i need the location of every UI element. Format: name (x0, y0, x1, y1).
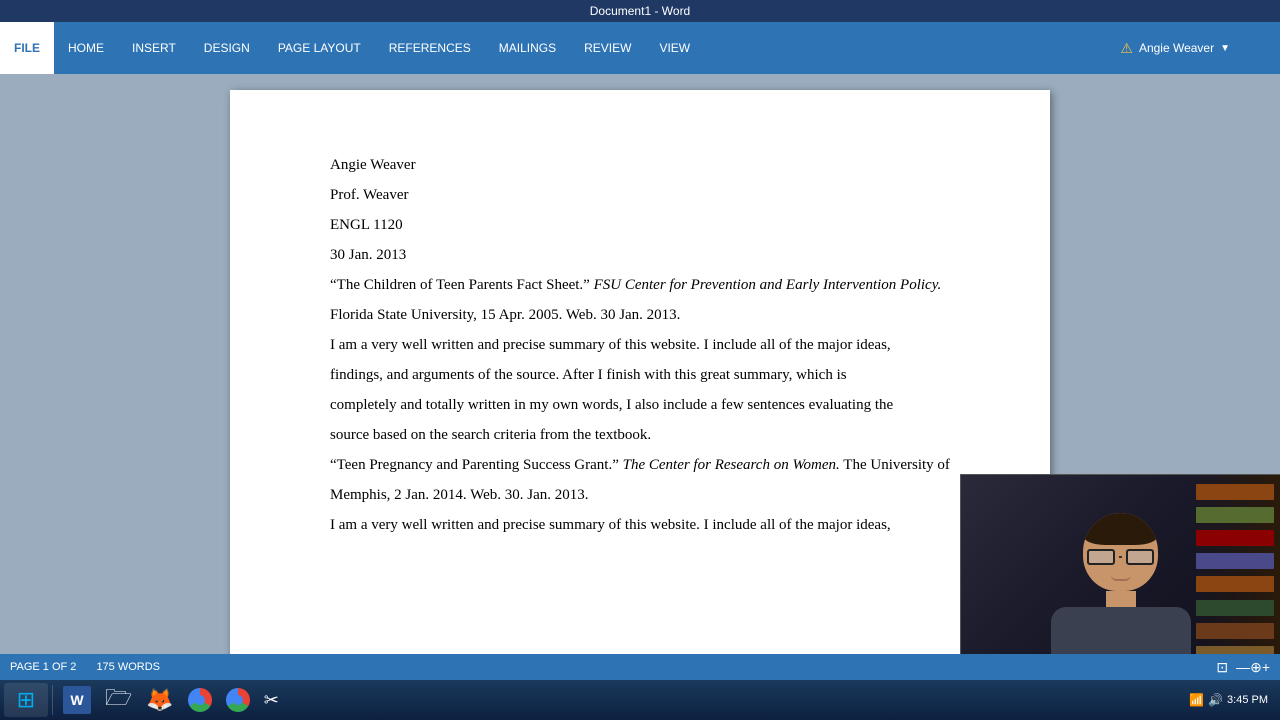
tab-page-layout[interactable]: PAGE LAYOUT (264, 22, 375, 74)
user-area: ⚠ Angie Weaver ▼ (1120, 22, 1280, 74)
speaker-icon: 🔊 (1208, 693, 1223, 707)
paragraph1-line3: completely and totally written in my own… (330, 390, 950, 420)
citation2-italic: The Center for Research on Women. (623, 457, 840, 473)
taskbar-chrome-1[interactable] (182, 683, 218, 717)
tab-view[interactable]: VIEW (645, 22, 704, 74)
word-icon: W (63, 686, 91, 714)
start-button[interactable]: ⊞ (4, 683, 48, 717)
tab-file[interactable]: FILE (0, 22, 54, 74)
tab-review[interactable]: REVIEW (570, 22, 645, 74)
citation1-pre: “The Children of Teen Parents Fact Sheet… (330, 277, 594, 293)
taskbar-firefox[interactable]: 🦊 (140, 683, 179, 717)
citation1: “The Children of Teen Parents Fact Sheet… (330, 270, 950, 330)
date-line: 30 Jan. 2013 (330, 240, 950, 270)
course-line: ENGL 1120 (330, 210, 950, 240)
status-bar: PAGE 1 OF 2 175 WORDS ⊡ —⊕+ (0, 654, 1280, 680)
tab-mailings[interactable]: MAILINGS (485, 22, 570, 74)
citation2: “Teen Pregnancy and Parenting Success Gr… (330, 450, 950, 510)
tab-home[interactable]: HOME (54, 22, 118, 74)
person-head (1083, 513, 1158, 591)
citation1-post: Florida State University, 15 Apr. 2005. … (330, 307, 680, 323)
title-bar: Document1 - Word (0, 0, 1280, 22)
author-line: Angie Weaver (330, 150, 950, 180)
windows-taskbar: ⊞ W 🗁 🦊 ✂ 📶 🔊 3:45 PM (0, 680, 1280, 720)
taskbar-separator-1 (52, 685, 53, 715)
zoom-controls[interactable]: —⊕+ (1236, 659, 1270, 676)
snip-icon: ✂ (264, 690, 279, 711)
chrome-icon-1 (188, 688, 212, 712)
clock: 3:45 PM (1227, 694, 1268, 706)
taskbar-chrome-2[interactable] (220, 683, 256, 717)
prof-line: Prof. Weaver (330, 180, 950, 210)
ribbon: FILE HOME INSERT DESIGN PAGE LAYOUT REFE… (0, 22, 1280, 74)
paragraph2-line1: I am a very well written and precise sum… (330, 510, 950, 540)
layout-icon[interactable]: ⊡ (1216, 659, 1228, 676)
system-tray: 📶 🔊 3:45 PM (1189, 693, 1276, 707)
windows-logo-icon: ⊞ (17, 687, 35, 713)
page-indicator: PAGE 1 OF 2 (10, 661, 76, 673)
tab-design[interactable]: DESIGN (190, 22, 264, 74)
paragraph1-line2: findings, and arguments of the source. A… (330, 360, 950, 390)
network-icon: 📶 (1189, 693, 1204, 707)
status-right: ⊡ —⊕+ (1216, 659, 1270, 676)
chrome-icon-2 (226, 688, 250, 712)
tab-insert[interactable]: INSERT (118, 22, 190, 74)
document-page[interactable]: Angie Weaver Prof. Weaver ENGL 1120 30 J… (230, 90, 1050, 694)
firefox-icon: 🦊 (146, 687, 173, 713)
user-warning-icon: ⚠ (1120, 40, 1133, 57)
taskbar-folder[interactable]: 🗁 (99, 683, 138, 717)
word-count: 175 WORDS (96, 661, 160, 673)
citation1-italic: FSU Center for Prevention and Early Inte… (594, 277, 942, 293)
taskbar-snip[interactable]: ✂ (258, 683, 285, 717)
paragraph1-line4: source based on the search criteria from… (330, 420, 950, 450)
person-in-webcam (1051, 513, 1191, 677)
title-text: Document1 - Word (590, 4, 690, 18)
paragraph1-line1: I am a very well written and precise sum… (330, 330, 950, 360)
person-glasses (1087, 549, 1154, 565)
citation2-pre: “Teen Pregnancy and Parenting Success Gr… (330, 457, 623, 473)
taskbar-word[interactable]: W (57, 683, 97, 717)
tab-references[interactable]: REFERENCES (375, 22, 485, 74)
folder-icon: 🗁 (105, 681, 132, 719)
user-chevron[interactable]: ▼ (1220, 43, 1230, 54)
username: Angie Weaver (1139, 41, 1214, 55)
time-display: 3:45 PM (1227, 694, 1268, 706)
